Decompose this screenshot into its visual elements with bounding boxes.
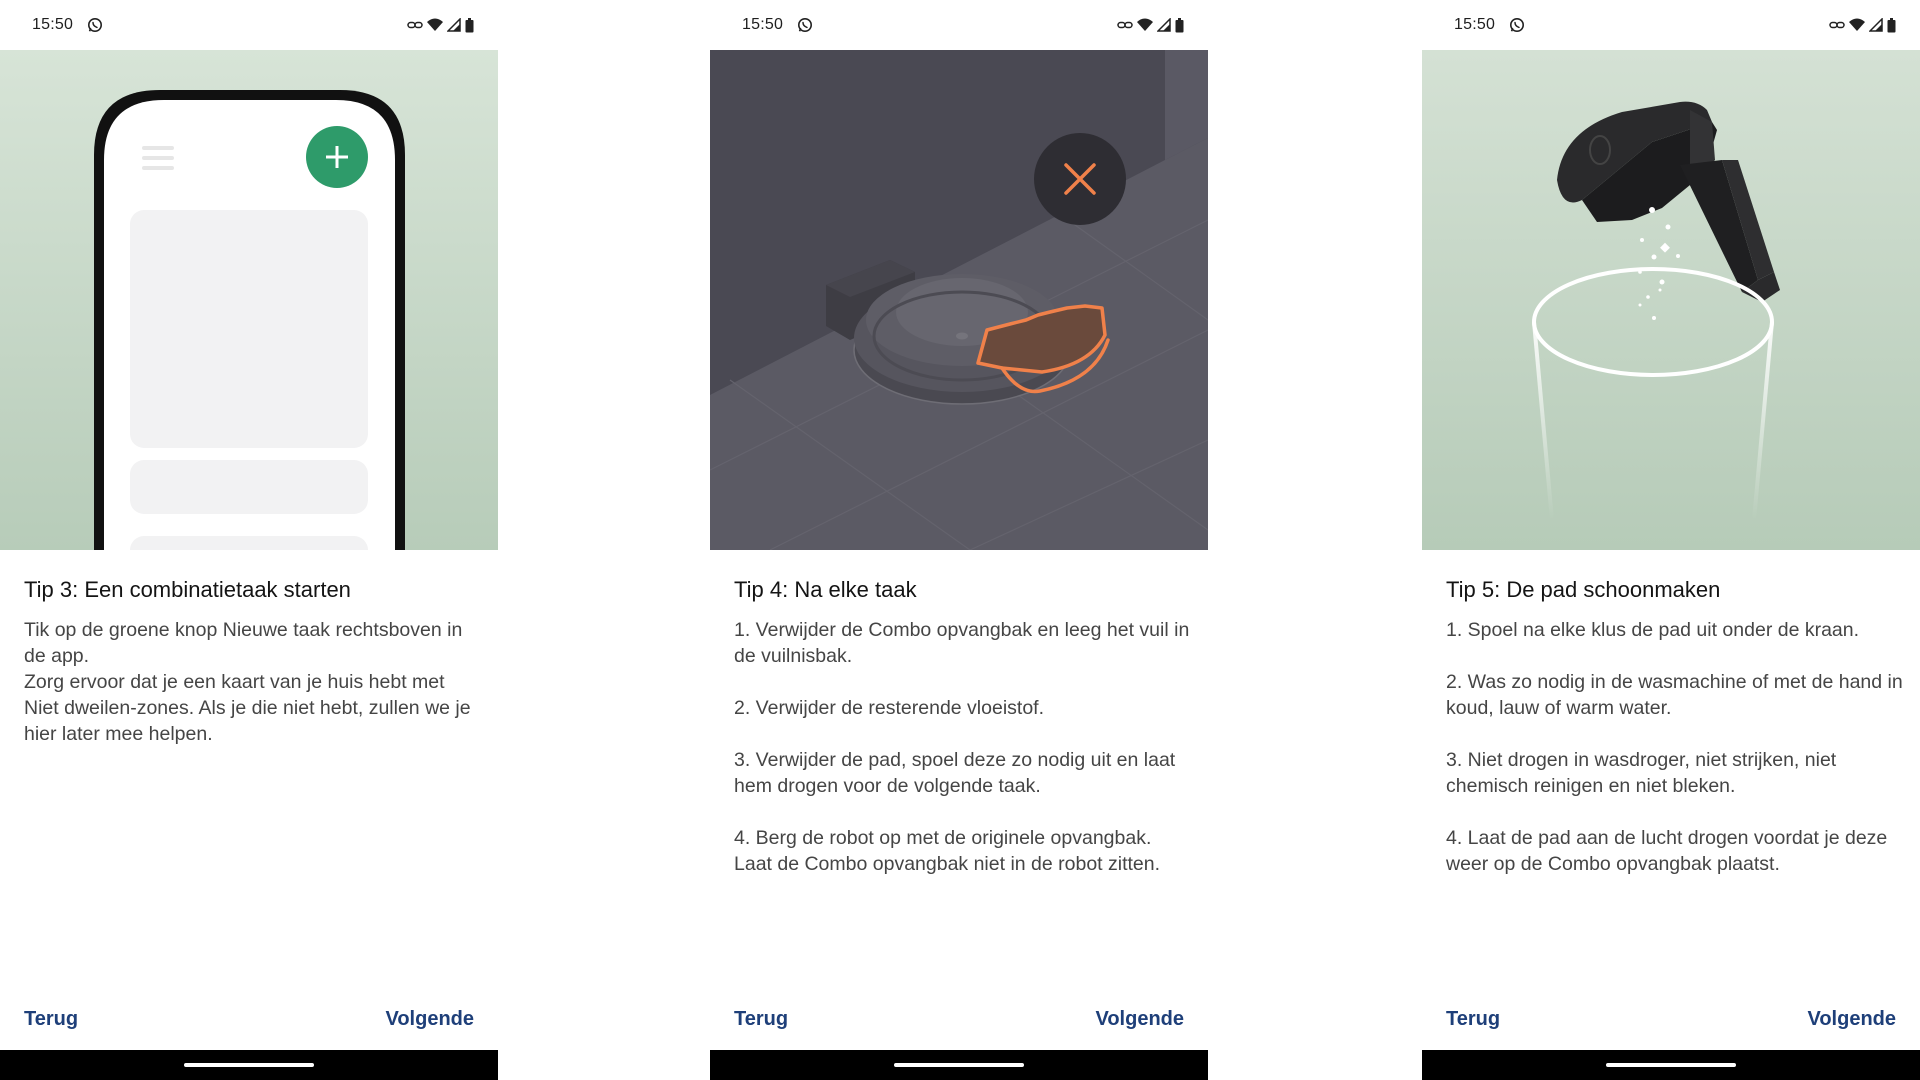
tip-step-4: 4. Laat de pad aan de lucht drogen voord…	[1446, 827, 1888, 875]
battery-icon	[1887, 17, 1896, 33]
tip-step-3: 3. Niet drogen in wasdroger, niet strijk…	[1446, 749, 1837, 797]
tip-body: 1. Spoel na elke klus de pad uit onder d…	[1446, 617, 1906, 877]
home-gesture-handle[interactable]	[1606, 1063, 1736, 1067]
battery-icon	[465, 17, 474, 33]
screen-tip-4: 15:50 Tip 4: Na elke taak 1. Verwijder d…	[710, 0, 1208, 1080]
signal-icon	[1869, 18, 1883, 32]
phone-app-new-task-illustration	[0, 50, 498, 550]
tip-body: 1. Verwijder de Combo opvangbak en leeg …	[734, 617, 1194, 877]
wifi-icon	[1849, 18, 1865, 32]
status-bar: 15:50	[1422, 0, 1920, 50]
home-gesture-handle[interactable]	[894, 1063, 1024, 1067]
gesture-bar	[710, 1050, 1208, 1080]
whatsapp-icon	[87, 17, 103, 33]
robot-remove-bin-illustration	[710, 50, 1208, 550]
whatsapp-icon	[797, 17, 813, 33]
status-bar: 15:50	[0, 0, 498, 50]
empty-bin-into-trash-illustration	[1422, 50, 1920, 550]
tip-step-4: 4. Berg de robot op met de originele opv…	[734, 827, 1161, 875]
home-gesture-handle[interactable]	[184, 1063, 314, 1067]
tip-step-1: 1. Spoel na elke klus de pad uit onder d…	[1446, 619, 1860, 641]
whatsapp-icon	[1509, 17, 1525, 33]
next-button[interactable]: Volgende	[1807, 1008, 1896, 1031]
link-icon	[1117, 19, 1133, 31]
tip-title: Tip 5: De pad schoonmaken	[1446, 577, 1721, 602]
tip-title: Tip 3: Een combinatietaak starten	[24, 577, 351, 602]
battery-icon	[1175, 17, 1184, 33]
wifi-icon	[427, 18, 443, 32]
status-bar: 15:50	[710, 0, 1208, 50]
screen-tip-3: 15:50 Tip 3: Een combinatietaak starten …	[0, 0, 498, 1080]
wifi-icon	[1137, 18, 1153, 32]
tip-title: Tip 4: Na elke taak	[734, 577, 917, 602]
status-time: 15:50	[1454, 16, 1496, 33]
tip-body: Tik op de groene knop Nieuwe taak rechts…	[24, 617, 484, 747]
tip-paragraph: Tik op de groene knop Nieuwe taak rechts…	[24, 619, 471, 745]
link-icon	[1829, 19, 1845, 31]
gesture-bar	[1422, 1050, 1920, 1080]
link-icon	[407, 19, 423, 31]
screen-tip-5: 15:50 Tip 5: De pad schoonmaken 1. Spoel…	[1422, 0, 1920, 1080]
back-button[interactable]: Terug	[1446, 1008, 1500, 1031]
tip-step-3: 3. Verwijder de pad, spoel deze zo nodig…	[734, 749, 1176, 797]
signal-icon	[447, 18, 461, 32]
tip-step-1: 1. Verwijder de Combo opvangbak en leeg …	[734, 619, 1190, 667]
next-button[interactable]: Volgende	[1095, 1008, 1184, 1031]
status-time: 15:50	[32, 16, 74, 33]
status-time: 15:50	[742, 16, 784, 33]
tip-step-2: 2. Verwijder de resterende vloeistof.	[734, 697, 1045, 719]
gesture-bar	[0, 1050, 498, 1080]
back-button[interactable]: Terug	[24, 1008, 78, 1031]
tip-step-2: 2. Was zo nodig in de wasmachine of met …	[1446, 671, 1903, 719]
signal-icon	[1157, 18, 1171, 32]
next-button[interactable]: Volgende	[385, 1008, 474, 1031]
back-button[interactable]: Terug	[734, 1008, 788, 1031]
